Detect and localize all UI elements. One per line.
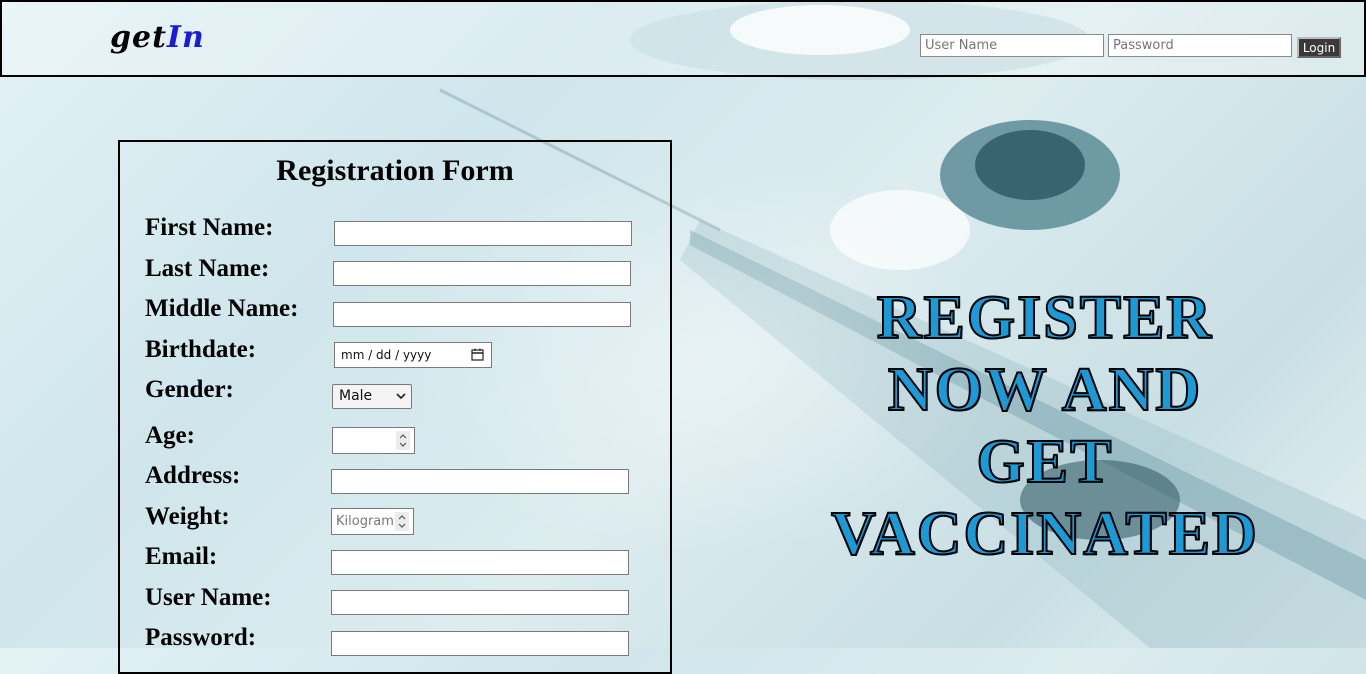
gender-label: Gender:: [145, 376, 234, 403]
top-header: getIn Login: [0, 0, 1366, 77]
hero-headline: REGISTER NOW AND GET VACCINATED: [800, 282, 1290, 570]
password-input[interactable]: [331, 631, 629, 656]
registration-form: Registration Form First Name: Last Name:…: [118, 140, 672, 674]
age-label: Age:: [145, 422, 195, 449]
last-name-label: Last Name:: [145, 255, 270, 282]
address-label: Address:: [145, 462, 241, 489]
first-name-input[interactable]: [334, 221, 632, 246]
hero-line-3: GET: [976, 427, 1114, 497]
weight-placeholder: Kilograms: [336, 514, 394, 529]
hero-line-2: NOW AND: [887, 355, 1203, 425]
gender-selected-value: Male: [339, 388, 373, 404]
birthdate-label: Birthdate:: [145, 336, 257, 363]
form-title: Registration Form: [276, 154, 514, 187]
weight-spinner-icon[interactable]: [395, 512, 409, 531]
chevron-down-icon: [396, 393, 406, 400]
header-password-input[interactable]: [1108, 34, 1292, 57]
username-label: User Name:: [145, 584, 272, 611]
birthdate-placeholder: mm / dd / yyyy: [341, 348, 432, 362]
getin-logo[interactable]: getIn: [110, 20, 205, 55]
header-username-input[interactable]: [920, 34, 1104, 57]
weight-label: Weight:: [145, 503, 230, 530]
first-name-label: First Name:: [145, 214, 274, 241]
last-name-input[interactable]: [333, 261, 631, 286]
age-input[interactable]: [332, 427, 415, 454]
hero-line-1: REGISTER: [876, 283, 1214, 353]
birthdate-input[interactable]: mm / dd / yyyy: [334, 342, 492, 368]
age-spinner-icon[interactable]: [396, 431, 410, 450]
login-button[interactable]: Login: [1297, 37, 1341, 58]
calendar-icon[interactable]: [471, 348, 484, 361]
logo-get: get: [110, 20, 167, 55]
email-label: Email:: [145, 543, 218, 570]
address-input[interactable]: [331, 469, 629, 494]
weight-input[interactable]: Kilograms: [331, 508, 414, 535]
logo-in: In: [166, 20, 205, 55]
hero-line-4: VACCINATED: [830, 499, 1259, 569]
middle-name-input[interactable]: [333, 302, 631, 327]
email-input[interactable]: [331, 550, 629, 575]
middle-name-label: Middle Name:: [145, 295, 299, 322]
gender-select[interactable]: Male: [332, 384, 412, 409]
username-input[interactable]: [331, 590, 629, 615]
